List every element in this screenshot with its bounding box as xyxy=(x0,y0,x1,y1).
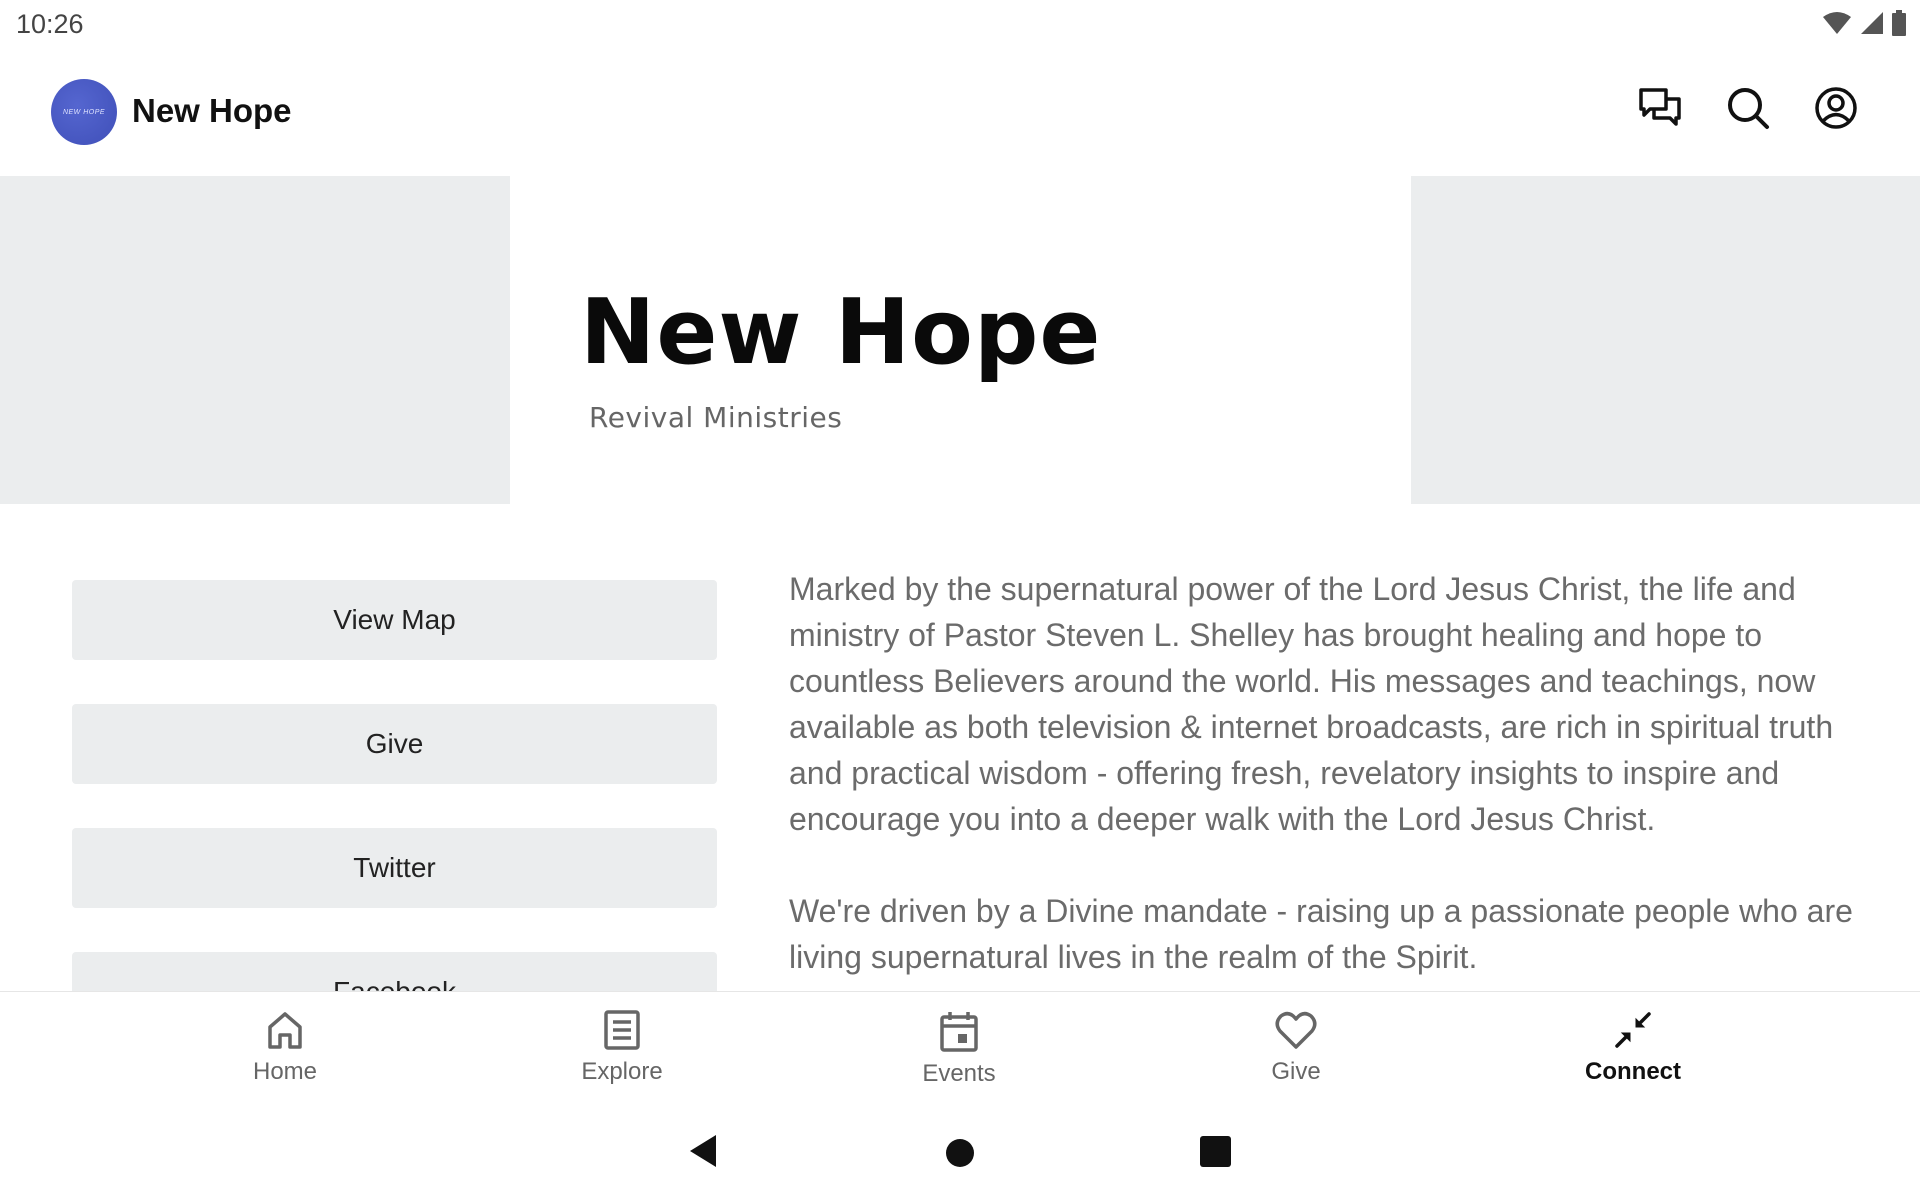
explore-icon xyxy=(604,1010,640,1050)
app-bar: NEW HOPE New Hope xyxy=(0,50,1920,176)
church-logo[interactable]: NEW HOPE xyxy=(51,79,117,145)
description-paragraph-2: We're driven by a Divine mandate - raisi… xyxy=(789,893,1853,975)
account-button[interactable] xyxy=(1814,86,1858,130)
nav-label-home: Home xyxy=(252,1058,318,1085)
calendar-icon xyxy=(940,1012,978,1052)
chat-button[interactable] xyxy=(1638,86,1682,130)
home-circle-icon[interactable] xyxy=(945,1138,975,1168)
connect-icon xyxy=(1615,1012,1651,1048)
status-bar: 10:26 xyxy=(0,0,1920,50)
back-icon[interactable] xyxy=(688,1133,718,1169)
hero-title: New Hope xyxy=(580,280,1102,385)
chat-icon xyxy=(1639,88,1681,126)
hero-side-panel-left xyxy=(0,176,510,504)
view-map-button[interactable]: View Map xyxy=(72,580,717,660)
twitter-button[interactable]: Twitter xyxy=(72,828,717,908)
hero-subtitle: Revival Ministries xyxy=(589,401,843,434)
wifi-icon xyxy=(1823,12,1851,34)
hero-side-panel-right xyxy=(1411,176,1920,504)
nav-item-events[interactable]: Events xyxy=(859,1010,1059,1088)
description: Marked by the supernatural power of the … xyxy=(789,566,1869,991)
content-area[interactable]: View Map Give Twitter Facebook Marked by… xyxy=(0,504,1920,991)
cellular-icon xyxy=(1861,12,1883,34)
nav-label-give: Give xyxy=(1271,1058,1321,1085)
nav-item-explore[interactable]: Explore xyxy=(522,1010,722,1086)
home-icon xyxy=(268,1012,302,1049)
logo-text: NEW HOPE xyxy=(62,108,106,116)
battery-icon xyxy=(1892,10,1906,36)
facebook-button[interactable]: Facebook xyxy=(72,952,717,991)
app-actions xyxy=(1638,86,1858,130)
nav-label-explore: Explore xyxy=(581,1058,663,1085)
bottom-nav: Home Explore Events Give Connect xyxy=(0,991,1920,1101)
nav-item-home[interactable]: Home xyxy=(185,1010,385,1086)
nav-item-connect[interactable]: Connect xyxy=(1533,1010,1733,1086)
nav-label-events: Events xyxy=(922,1060,996,1087)
search-button[interactable] xyxy=(1726,86,1770,130)
recents-icon[interactable] xyxy=(1200,1136,1231,1167)
give-button[interactable]: Give xyxy=(72,704,717,784)
system-nav-bar xyxy=(0,1101,1920,1200)
nav-label-connect: Connect xyxy=(1585,1058,1681,1085)
heart-icon xyxy=(1275,1011,1317,1049)
search-icon xyxy=(1728,88,1769,129)
description-paragraph-1: Marked by the supernatural power of the … xyxy=(789,571,1834,837)
status-time: 10:26 xyxy=(16,9,84,39)
app-title: New Hope xyxy=(132,92,292,129)
status-icons xyxy=(1822,10,1906,36)
account-icon xyxy=(1815,87,1857,129)
hero-banner: New Hope Revival Ministries xyxy=(0,176,1920,504)
nav-item-give[interactable]: Give xyxy=(1196,1010,1396,1086)
